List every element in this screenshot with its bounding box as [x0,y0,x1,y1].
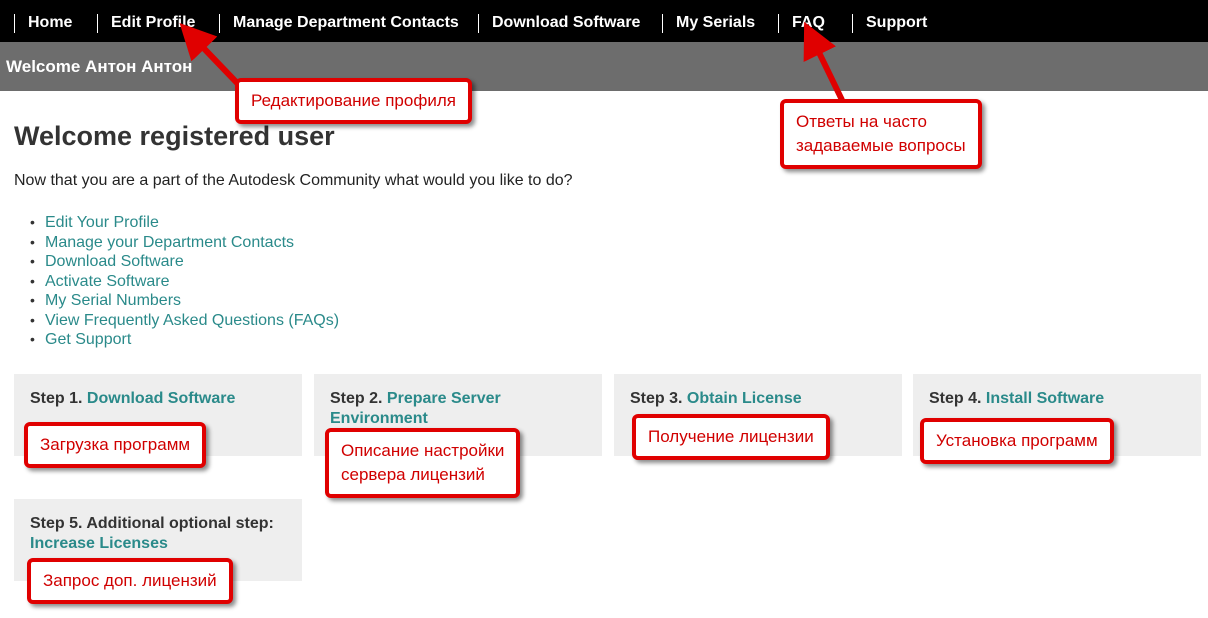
bullet-icon: • [30,214,35,230]
step-3-prefix: Step 3. [630,390,683,407]
welcome-bar: Welcome Антон Антон [0,42,1208,91]
list-item: • Download Software [30,252,339,272]
callout-step-4: Установка программ [920,418,1114,464]
action-list: • Edit Your Profile • Manage your Departme… [30,213,339,350]
link-download-software[interactable]: Download Software [45,253,184,270]
nav-separator [478,14,479,33]
nav-manage-department-contacts[interactable]: Manage Department Contacts [233,0,459,42]
nav-separator [662,14,663,33]
welcome-text: Welcome Антон Антон [6,57,193,76]
link-view-faqs[interactable]: View Frequently Asked Questions (FAQs) [45,312,339,329]
callout-step-5: Запрос доп. лицензий [27,558,233,604]
nav-faq[interactable]: FAQ [792,0,825,42]
nav-separator [97,14,98,33]
step-4-prefix: Step 4. [929,390,982,407]
step-2-prefix: Step 2. [330,390,383,407]
bullet-icon: • [30,233,35,250]
step-1-title: Step 1. Download Software [30,389,235,409]
nav-separator [219,14,220,33]
step-3-title: Step 3. Obtain License [630,389,802,409]
list-item: • Edit Your Profile [30,213,339,233]
bullet-icon: • [30,292,35,308]
nav-separator [778,14,779,33]
step-5-title: Step 5. Additional optional step: Increa… [30,514,290,554]
list-item: • Activate Software [30,272,339,292]
list-item: • Get Support [30,330,339,350]
list-item: • Manage your Department Contacts [30,233,339,253]
step-4-link[interactable]: Install Software [986,390,1104,407]
nav-support[interactable]: Support [866,0,927,42]
callout-faq-line1: Ответы на часто [796,112,927,131]
link-manage-department-contacts[interactable]: Manage your Department Contacts [45,234,294,251]
nav-separator [852,14,853,33]
callout-step-2-line2: сервера лицензий [341,465,485,484]
callout-edit-profile: Редактирование профиля [235,78,472,124]
nav-home[interactable]: Home [28,0,72,42]
callout-step-2: Описание настройки сервера лицензий [325,428,521,498]
callout-step-2-line1: Описание настройки [341,441,505,460]
intro-text: Now that you are a part of the Autodesk … [14,172,573,189]
step-5-link[interactable]: Increase Licenses [30,535,168,552]
link-my-serial-numbers[interactable]: My Serial Numbers [45,292,181,309]
page-title: Welcome registered user [14,121,335,151]
step-2-title: Step 2. Prepare Server Environment [330,389,530,429]
link-get-support[interactable]: Get Support [45,331,131,348]
callout-step-1: Загрузка программ [24,422,207,468]
link-activate-software[interactable]: Activate Software [45,273,170,290]
bullet-icon: • [30,331,35,347]
top-nav: Home Edit Profile Manage Department Cont… [0,0,1208,42]
bullet-icon: • [30,253,35,269]
callout-faq-line2: задаваемые вопросы [796,136,966,155]
bullet-icon: • [30,311,35,328]
link-edit-profile[interactable]: Edit Your Profile [45,214,159,231]
step-1-link[interactable]: Download Software [87,390,235,407]
step-4-title: Step 4. Install Software [929,389,1104,409]
nav-edit-profile[interactable]: Edit Profile [111,0,195,42]
step-1-prefix: Step 1. [30,390,83,407]
list-item: • My Serial Numbers [30,291,339,311]
callout-faq: Ответы на часто задаваемые вопросы [780,99,982,169]
callout-step-3: Получение лицензии [632,414,830,460]
nav-separator [14,14,15,33]
list-item: • View Frequently Asked Questions (FAQs) [30,311,339,331]
nav-download-software[interactable]: Download Software [492,0,640,42]
bullet-icon: • [30,272,35,289]
nav-my-serials[interactable]: My Serials [676,0,755,42]
step-5-prefix: Step 5. Additional optional step: [30,515,274,532]
step-3-link[interactable]: Obtain License [687,390,802,407]
